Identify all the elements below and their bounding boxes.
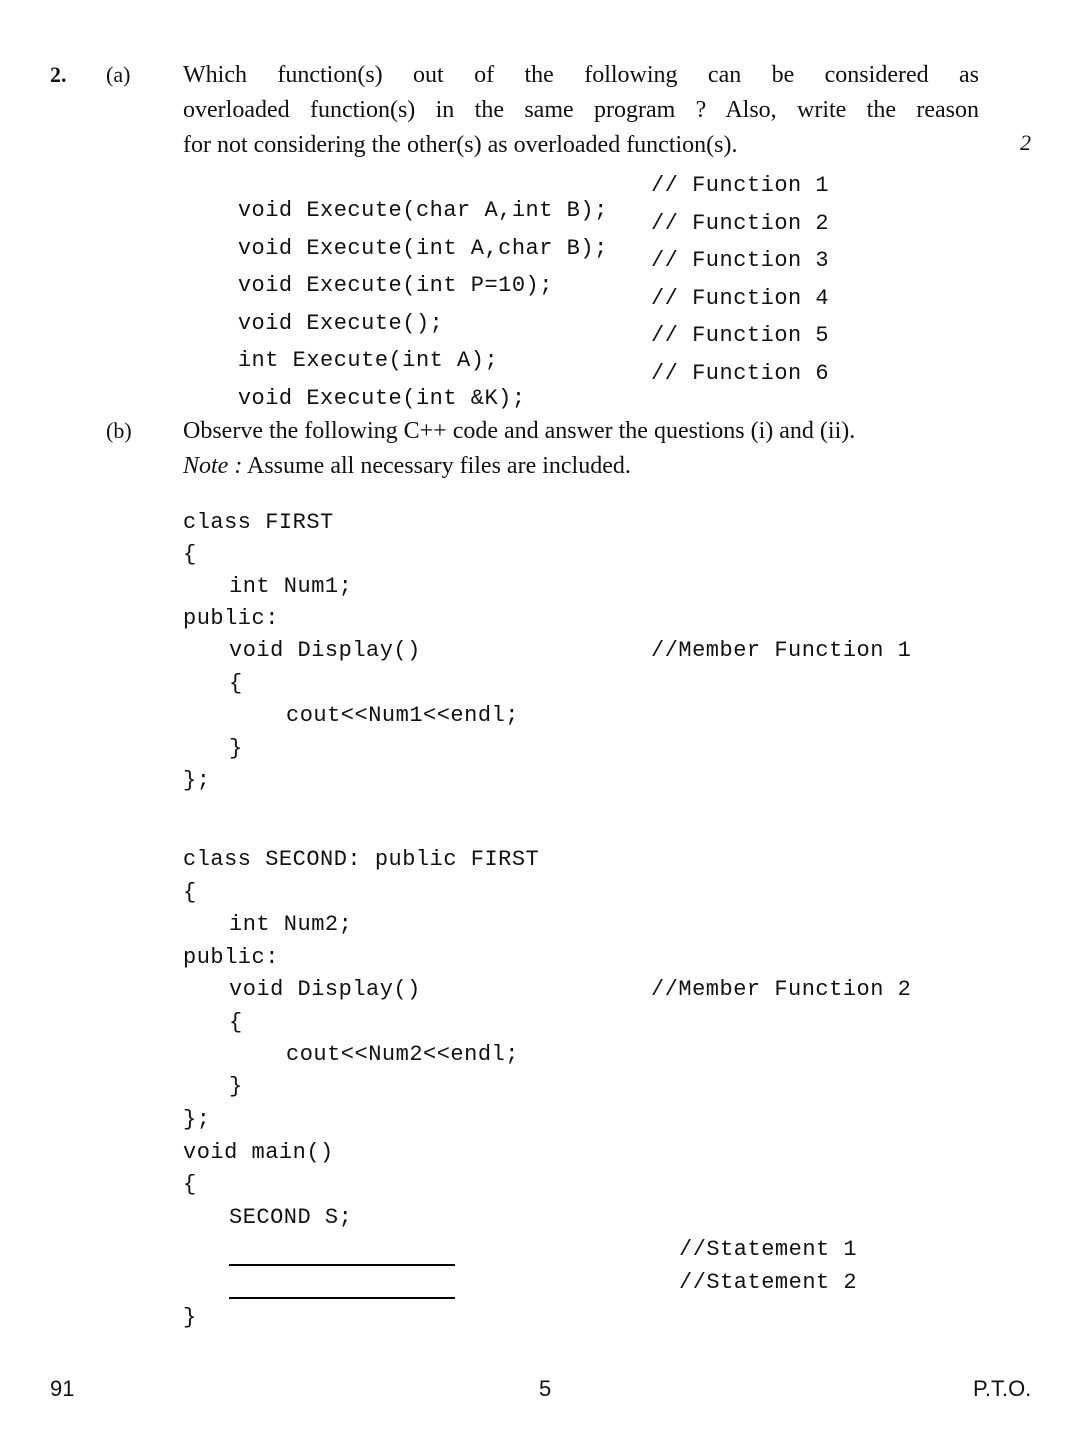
part-b-intro: Observe the following C++ code and answe… — [183, 418, 856, 444]
function-comment: // Function 1 — [651, 173, 830, 198]
function-comment: // Function 6 — [651, 361, 830, 386]
code-line: int Num1; — [229, 574, 353, 599]
function-row: void Execute(char A,int B); — [183, 173, 608, 223]
code-line: }; — [183, 1107, 211, 1132]
note-text: Assume all necessary files are included. — [242, 453, 631, 479]
function-comment: // Function 4 — [651, 286, 830, 311]
code-line: { — [183, 880, 197, 905]
function-code: void Execute(int &K); — [237, 386, 526, 411]
function-row: void Execute(); — [183, 286, 443, 336]
code-line: cout<<Num1<<endl; — [286, 703, 519, 728]
code-line: void main() — [183, 1140, 334, 1165]
code-line: }; — [183, 768, 211, 793]
code-line: } — [229, 736, 243, 761]
question-number: 2. — [50, 62, 67, 87]
part-a-label: (a) — [106, 62, 131, 87]
function-row: int Execute(int A); — [183, 323, 498, 373]
function-comment: // Function 5 — [651, 323, 830, 348]
statement-2-blank[interactable] — [229, 1297, 455, 1299]
function-row: void Execute(int &K); — [183, 361, 526, 411]
note-label: Note : — [183, 453, 243, 479]
part-b-label: (b) — [106, 418, 132, 443]
paper-code: 91 — [50, 1376, 75, 1401]
code-line: { — [229, 1010, 243, 1035]
code-line: cout<<Num2<<endl; — [286, 1042, 519, 1067]
function-row: void Execute(int A,char B); — [183, 211, 608, 261]
code-line: } — [229, 1074, 243, 1099]
function-comment: // Function 3 — [651, 248, 830, 273]
question-line-1: Which function(s) out of the following c… — [183, 62, 979, 88]
code-comment: //Member Function 1 — [651, 638, 912, 663]
question-line-3: for not considering the other(s) as over… — [183, 132, 738, 158]
code-line: class SECOND: public FIRST — [183, 847, 540, 872]
statement-1-comment: //Statement 1 — [679, 1237, 858, 1262]
code-comment: //Member Function 2 — [651, 977, 912, 1002]
code-line: { — [183, 1172, 197, 1197]
code-line: SECOND S; — [229, 1205, 353, 1230]
page-number: 5 — [539, 1376, 552, 1401]
statement-2-comment: //Statement 2 — [679, 1270, 858, 1295]
code-line: void Display() — [229, 977, 421, 1002]
code-line: } — [183, 1305, 197, 1330]
function-row: void Execute(int P=10); — [183, 248, 553, 298]
code-line: { — [183, 542, 197, 567]
part-b-note: Note : Assume all necessary files are in… — [183, 449, 631, 484]
code-line: int Num2; — [229, 912, 353, 937]
statement-1-blank[interactable] — [229, 1264, 455, 1266]
code-line: { — [229, 671, 243, 696]
code-line: public: — [183, 945, 279, 970]
please-turn-over: P.T.O. — [973, 1376, 1032, 1401]
function-comment: // Function 2 — [651, 211, 830, 236]
code-line: class FIRST — [183, 510, 334, 535]
marks: 2 — [1020, 130, 1031, 155]
code-line: void Display() — [229, 638, 421, 663]
question-line-2: overloaded function(s) in the same progr… — [183, 97, 979, 123]
code-line: public: — [183, 606, 279, 631]
